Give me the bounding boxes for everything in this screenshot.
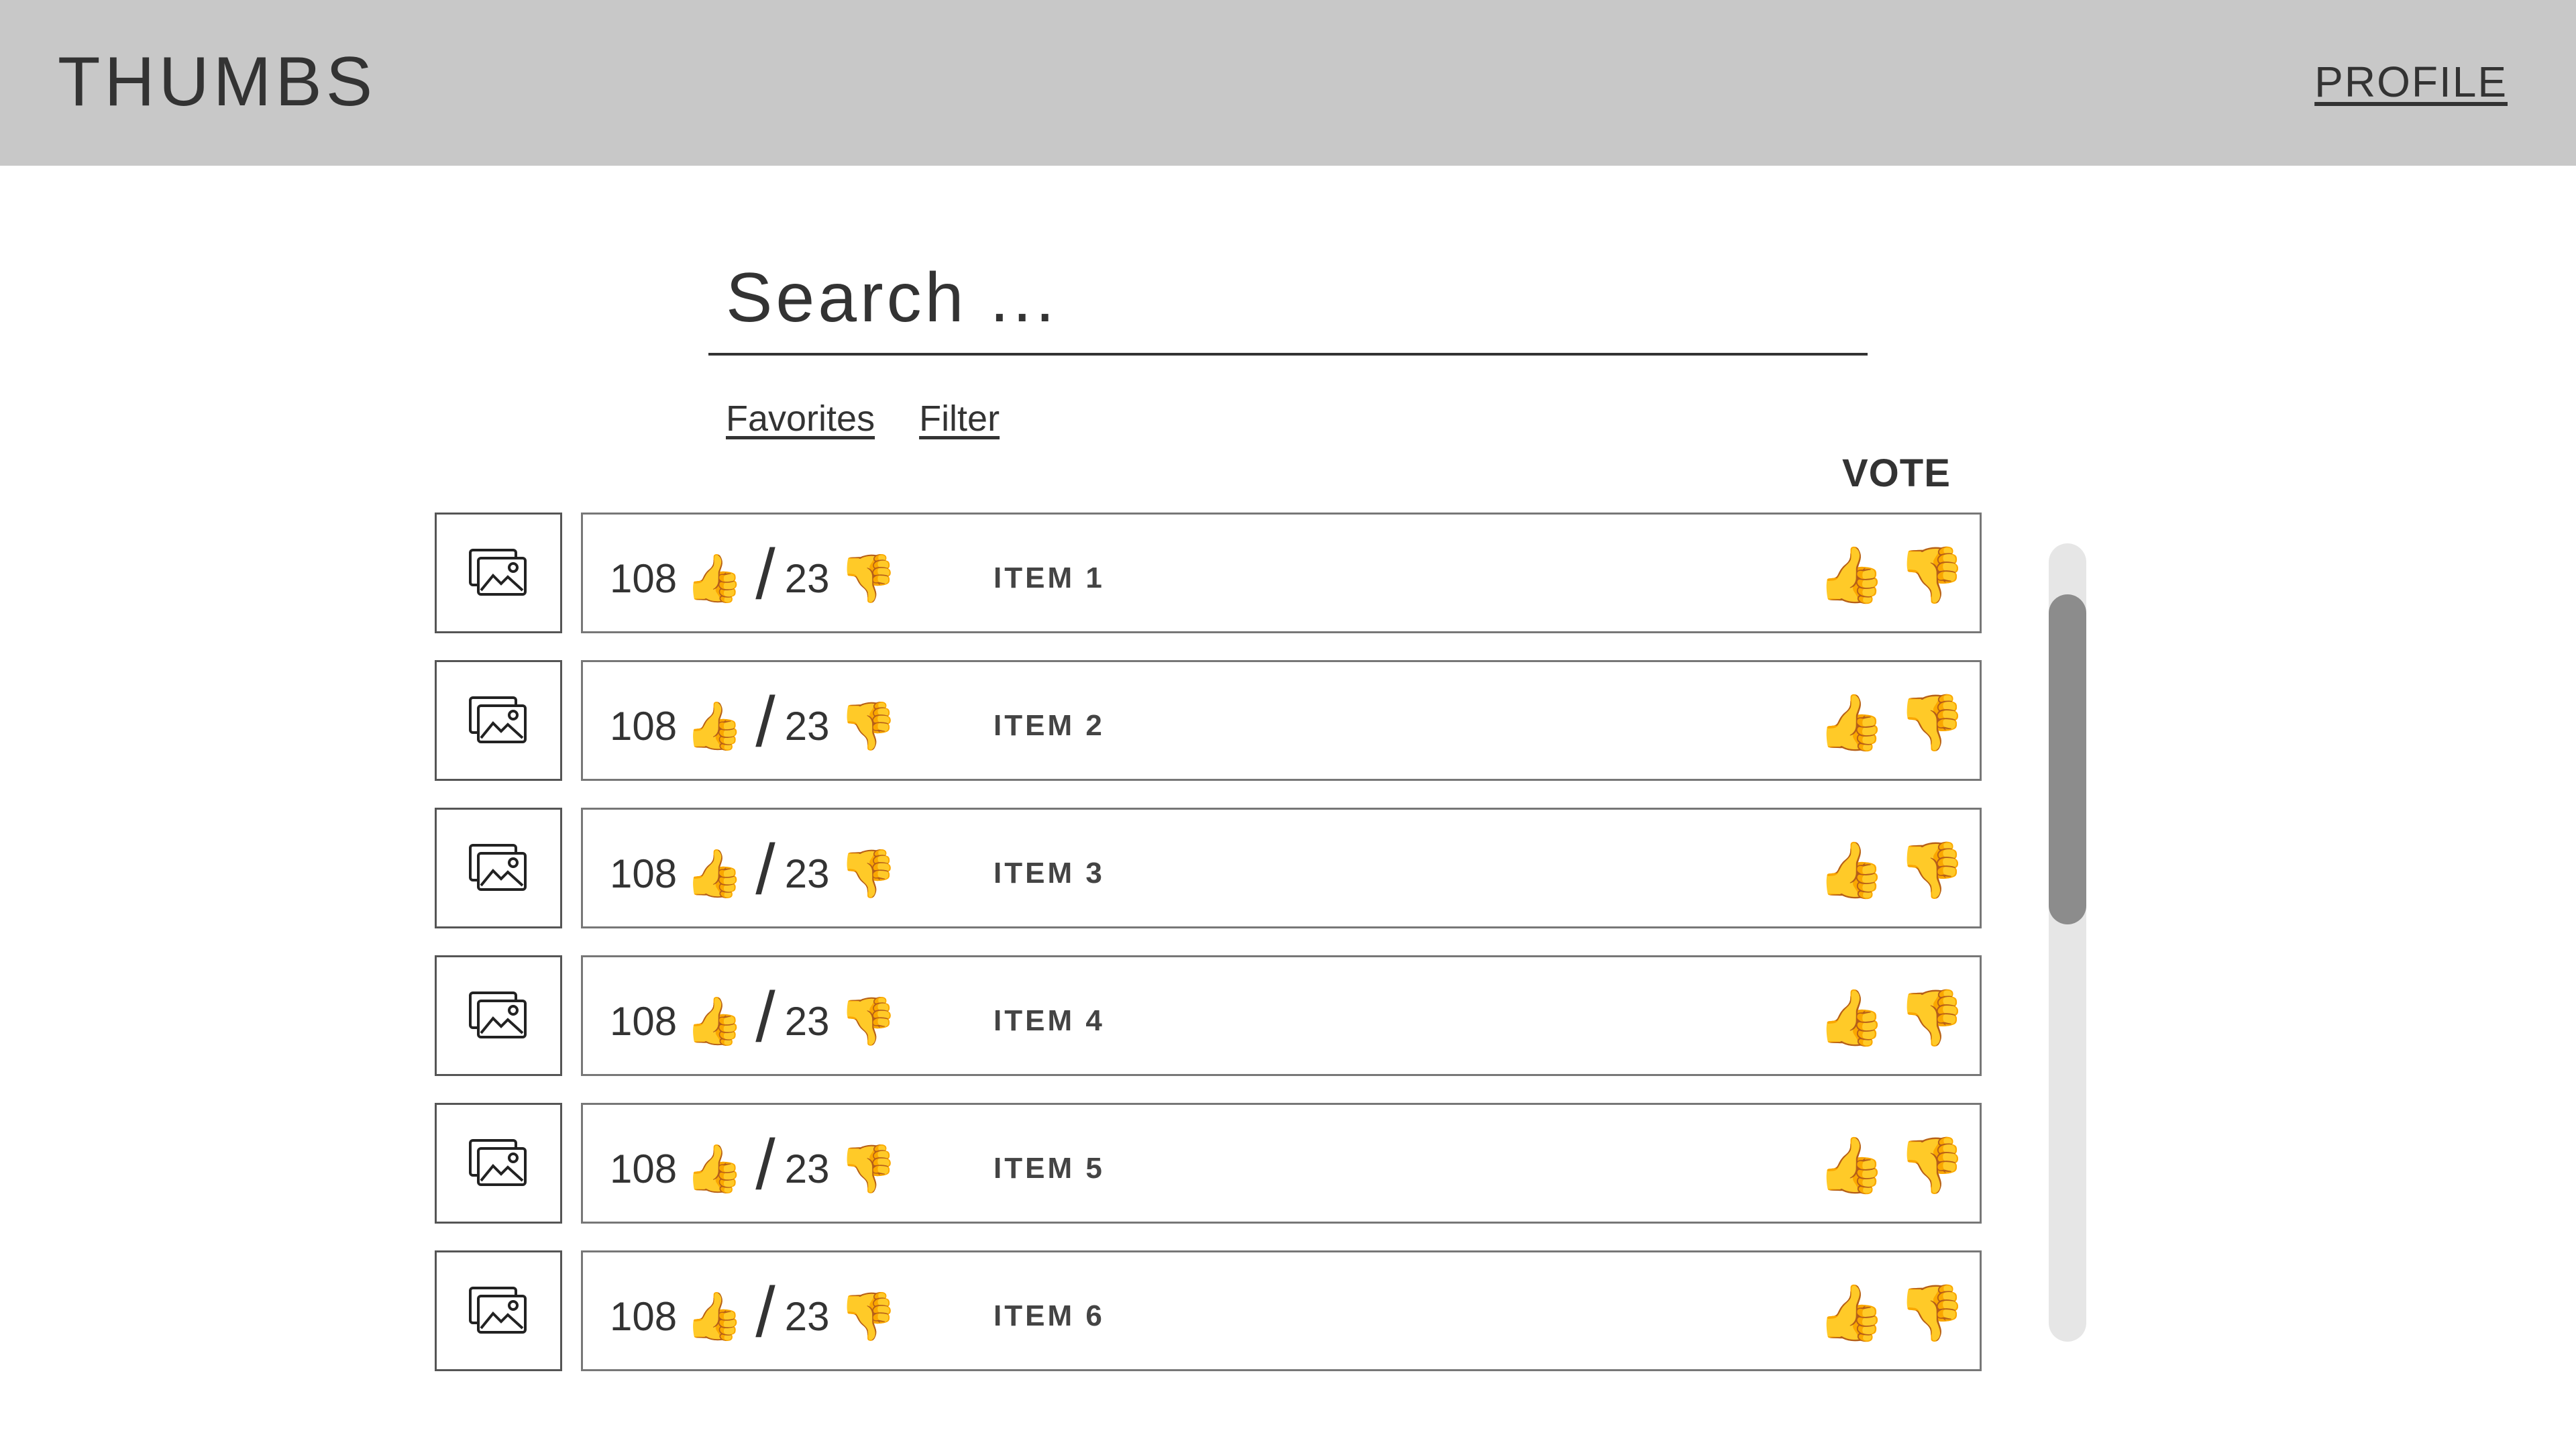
- thumbs-up-icon: 👍: [685, 995, 744, 1047]
- item-image-placeholder[interactable]: [435, 955, 562, 1076]
- upvote-button[interactable]: 👍: [1817, 991, 1886, 1046]
- top-bar: THUMBS PROFILE: [0, 0, 2576, 166]
- item-card[interactable]: 108 👍 / 23 👎 ITEM 1 👍 👎: [581, 513, 1982, 633]
- list-item: 108 👍 / 23 👎 ITEM 2 👍 👎: [435, 660, 1982, 781]
- vote-score: 108 👍 / 23 👎: [610, 981, 898, 1053]
- score-separator: /: [755, 1125, 775, 1204]
- downvote-count: 23: [784, 998, 830, 1044]
- item-image-placeholder[interactable]: [435, 808, 562, 928]
- thumbs-up-icon: 👍: [685, 1290, 744, 1342]
- thumbs-down-icon: 👎: [839, 1290, 898, 1342]
- image-gallery-icon: [469, 1139, 527, 1186]
- upvote-count: 108: [610, 1146, 678, 1191]
- vote-score: 108 👍 / 23 👎: [610, 686, 898, 757]
- thumbs-down-icon: 👎: [839, 1142, 898, 1195]
- upvote-count: 108: [610, 998, 678, 1044]
- upvote-button[interactable]: 👍: [1817, 1286, 1886, 1341]
- vote-score: 108 👍 / 23 👎: [610, 834, 898, 905]
- upvote-count: 108: [610, 1293, 678, 1339]
- scrollbar-thumb[interactable]: [2049, 594, 2086, 924]
- item-name: ITEM 4: [994, 1004, 1105, 1037]
- item-image-placeholder[interactable]: [435, 513, 562, 633]
- thumbs-down-icon: 👎: [839, 700, 898, 752]
- search-bar: [708, 255, 1868, 356]
- vote-buttons: 👍 👎: [1817, 548, 1966, 603]
- item-name: ITEM 3: [994, 857, 1105, 890]
- search-input[interactable]: [726, 255, 1860, 341]
- list-item: 108 👍 / 23 👎 ITEM 4 👍 👎: [435, 955, 1982, 1076]
- vote-buttons: 👍 👎: [1817, 1138, 1966, 1193]
- image-gallery-icon: [469, 1287, 527, 1334]
- item-card[interactable]: 108 👍 / 23 👎 ITEM 4 👍 👎: [581, 955, 1982, 1076]
- list-item: 108 👍 / 23 👎 ITEM 3 👍 👎: [435, 808, 1982, 928]
- thumbs-down-icon: 👎: [839, 847, 898, 900]
- thumbs-up-icon: 👍: [685, 847, 744, 900]
- downvote-count: 23: [784, 1293, 830, 1339]
- item-name: ITEM 6: [994, 1299, 1105, 1332]
- upvote-button[interactable]: 👍: [1817, 843, 1886, 898]
- upvote-button[interactable]: 👍: [1817, 696, 1886, 751]
- item-card[interactable]: 108 👍 / 23 👎 ITEM 3 👍 👎: [581, 808, 1982, 928]
- app-title: THUMBS: [58, 43, 377, 121]
- vote-buttons: 👍 👎: [1817, 991, 1966, 1046]
- downvote-count: 23: [784, 555, 830, 601]
- list-links: Favorites Filter: [726, 397, 1000, 444]
- item-name: ITEM 2: [994, 709, 1105, 742]
- vote-buttons: 👍 👎: [1817, 843, 1966, 898]
- upvote-button[interactable]: 👍: [1817, 1138, 1886, 1193]
- list-item: 108 👍 / 23 👎 ITEM 5 👍 👎: [435, 1103, 1982, 1224]
- item-image-placeholder[interactable]: [435, 660, 562, 781]
- downvote-button[interactable]: 👎: [1898, 548, 1966, 603]
- downvote-count: 23: [784, 851, 830, 896]
- upvote-count: 108: [610, 555, 678, 601]
- downvote-count: 23: [784, 703, 830, 749]
- image-gallery-icon: [469, 696, 527, 743]
- item-card[interactable]: 108 👍 / 23 👎 ITEM 6 👍 👎: [581, 1250, 1982, 1371]
- vote-score: 108 👍 / 23 👎: [610, 1129, 898, 1200]
- thumbs-down-icon: 👎: [839, 995, 898, 1047]
- vote-score: 108 👍 / 23 👎: [610, 539, 898, 610]
- upvote-button[interactable]: 👍: [1817, 548, 1886, 603]
- filter-link[interactable]: Filter: [919, 397, 1000, 444]
- upvote-count: 108: [610, 851, 678, 896]
- list-item: 108 👍 / 23 👎 ITEM 6 👍 👎: [435, 1250, 1982, 1371]
- profile-link[interactable]: PROFILE: [2314, 60, 2508, 103]
- item-image-placeholder[interactable]: [435, 1250, 562, 1371]
- downvote-button[interactable]: 👎: [1898, 843, 1966, 898]
- scrollbar-track[interactable]: [2049, 543, 2086, 1342]
- upvote-count: 108: [610, 703, 678, 749]
- list-item: 108 👍 / 23 👎 ITEM 1 👍 👎: [435, 513, 1982, 633]
- score-separator: /: [755, 535, 775, 614]
- item-name: ITEM 5: [994, 1152, 1105, 1185]
- vote-score: 108 👍 / 23 👎: [610, 1277, 898, 1348]
- thumbs-down-icon: 👎: [839, 552, 898, 604]
- vote-column-header: VOTE: [1842, 451, 1951, 495]
- image-gallery-icon: [469, 844, 527, 891]
- vote-buttons: 👍 👎: [1817, 1286, 1966, 1341]
- thumbs-up-icon: 👍: [685, 700, 744, 752]
- score-separator: /: [755, 1273, 775, 1352]
- favorites-link[interactable]: Favorites: [726, 397, 875, 444]
- downvote-button[interactable]: 👎: [1898, 1138, 1966, 1193]
- vote-buttons: 👍 👎: [1817, 696, 1966, 751]
- downvote-count: 23: [784, 1146, 830, 1191]
- item-card[interactable]: 108 👍 / 23 👎 ITEM 2 👍 👎: [581, 660, 1982, 781]
- downvote-button[interactable]: 👎: [1898, 696, 1966, 751]
- item-name: ITEM 1: [994, 561, 1105, 594]
- downvote-button[interactable]: 👎: [1898, 991, 1966, 1046]
- image-gallery-icon: [469, 991, 527, 1038]
- thumbs-up-icon: 👍: [685, 1142, 744, 1195]
- score-separator: /: [755, 682, 775, 761]
- item-card[interactable]: 108 👍 / 23 👎 ITEM 5 👍 👎: [581, 1103, 1982, 1224]
- downvote-button[interactable]: 👎: [1898, 1286, 1966, 1341]
- score-separator: /: [755, 830, 775, 909]
- item-image-placeholder[interactable]: [435, 1103, 562, 1224]
- thumbs-up-icon: 👍: [685, 552, 744, 604]
- image-gallery-icon: [469, 549, 527, 596]
- score-separator: /: [755, 977, 775, 1057]
